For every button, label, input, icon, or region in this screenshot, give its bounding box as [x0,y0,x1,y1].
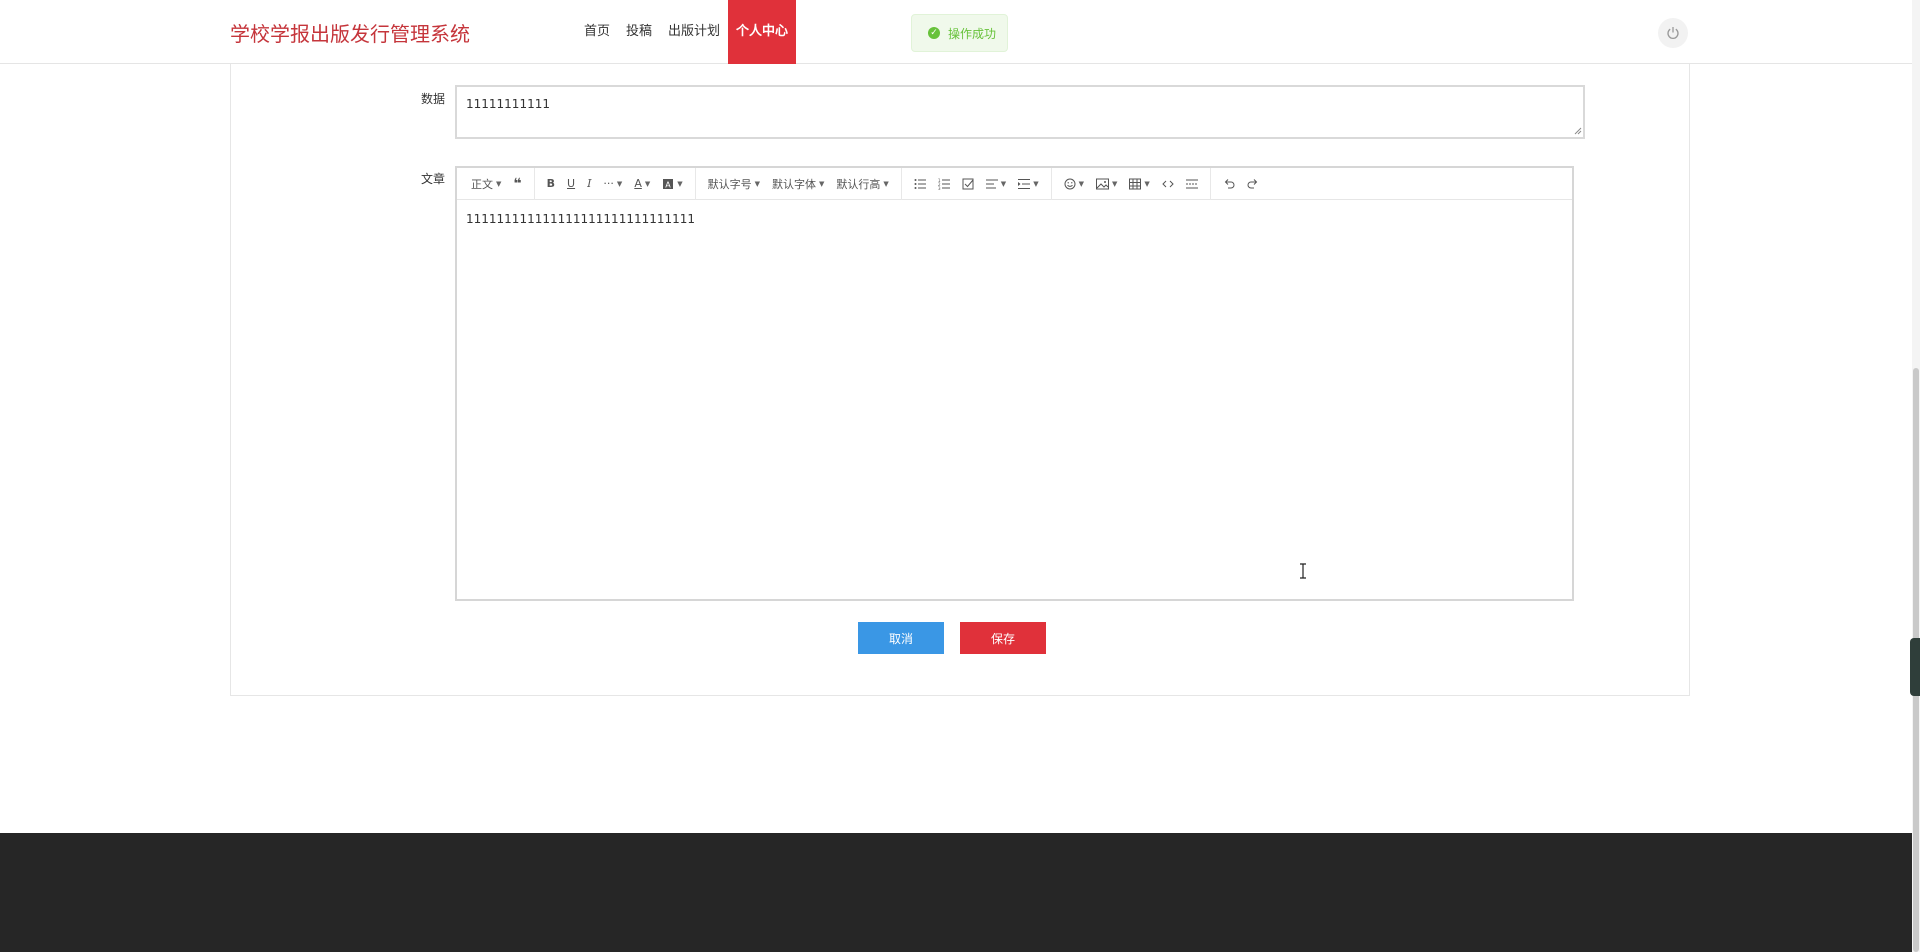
nav-personal-center[interactable]: 个人中心 [728,0,797,64]
site-title[interactable]: 学校学报出版发行管理系统 [230,18,470,47]
caret-down-icon: ▼ [644,179,651,188]
caret-down-icon: ▼ [1111,179,1118,188]
redo-icon [1247,178,1257,188]
align-left-icon [985,179,998,188]
undo-icon [1224,178,1235,188]
italic-button[interactable]: I [581,172,597,196]
bullet-list-icon [914,178,926,189]
logout-button[interactable] [1658,18,1688,48]
article-label: 文章 [421,172,446,186]
toast-message: 操作成功 [948,26,997,41]
top-header: 学校学报出版发行管理系统 首页 投稿 出版计划 个人中心 ✓ 操作成功 [0,0,1920,64]
font-size-select[interactable]: 默认字号 ▼ [702,172,766,196]
font-color-icon: A [634,177,642,190]
data-textarea[interactable]: 11111111111 [455,85,1585,139]
caret-down-icon: ▼ [819,179,825,188]
caret-down-icon: ▼ [1144,179,1150,188]
italic-icon: I [587,177,592,190]
caret-down-icon: ▼ [616,179,623,188]
toolbar-divider [1209,167,1211,200]
text-cursor-icon [1300,563,1306,579]
save-button[interactable]: 保存 [960,622,1046,654]
image-icon [1095,178,1109,189]
caret-down-icon: ▼ [677,179,683,188]
more-styles-button[interactable]: ··· ▼ [597,172,628,196]
todo-button[interactable] [956,172,980,196]
check-circle-icon: ✓ [928,27,940,39]
font-color-button[interactable]: A ▼ [628,172,656,196]
caret-down-icon: ▼ [883,179,889,188]
caret-down-icon: ▼ [496,179,502,188]
side-widget-tab[interactable] [1910,638,1920,696]
toolbar-divider [900,167,902,200]
code-button[interactable] [1156,172,1180,196]
nav-publish-plan[interactable]: 出版计划 [660,0,728,64]
table-button[interactable]: ▼ [1123,172,1155,196]
undo-button[interactable] [1217,172,1241,196]
font-size-label: 默认字号 [707,177,752,191]
align-button[interactable]: ▼ [980,172,1012,196]
bold-icon: B [546,177,555,190]
caret-down-icon: ▼ [1033,179,1039,188]
numbered-list-icon: 123 [938,178,950,190]
quote-button[interactable]: ❝ [507,172,527,196]
caret-down-icon: ▼ [754,179,761,188]
data-label: 数据 [421,92,446,106]
checkbox-icon [962,178,974,189]
quote-icon: ❝ [513,175,522,192]
image-button[interactable]: ▼ [1090,172,1123,196]
highlight-icon: A [663,178,674,189]
code-icon [1162,180,1174,187]
resize-grip-icon[interactable] [1574,127,1582,135]
font-family-select[interactable]: 默认字体 ▼ [766,172,830,196]
main-nav: 首页 投稿 出版计划 个人中心 [576,0,797,64]
toolbar-divider [1050,167,1052,200]
table-icon [1129,178,1142,189]
underline-button[interactable]: U [561,172,581,196]
svg-text:A: A [665,180,671,189]
font-family-label: 默认字体 [772,177,817,191]
bullet-list-button[interactable] [908,172,932,196]
editor-toolbar: 正文▼ ❝ B U I ···▼ A▼ A▼ 默认字号▼ 默认字体▼ [457,167,1572,200]
caret-down-icon: ▼ [1078,179,1084,188]
background-color-button[interactable]: A ▼ [656,172,688,196]
paragraph-label: 正文 [471,177,493,191]
caret-down-icon: ▼ [1000,179,1007,188]
line-height-select[interactable]: 默认行高 ▼ [830,172,894,196]
ellipsis-icon: ··· [603,177,614,190]
cancel-button[interactable]: 取消 [858,622,944,654]
redo-button[interactable] [1241,172,1265,196]
page-footer [0,833,1912,952]
success-toast: ✓ 操作成功 [911,14,1008,52]
paragraph-select[interactable]: 正文 ▼ [465,172,507,196]
rich-text-editor: 正文▼ ❝ B U I ···▼ A▼ A▼ 默认字号▼ 默认字体▼ [455,166,1574,601]
indent-button[interactable]: ▼ [1012,172,1044,196]
power-icon [1667,27,1679,39]
line-height-label: 默认行高 [836,177,881,191]
nav-submit[interactable]: 投稿 [618,0,660,64]
indent-icon [1018,178,1031,189]
nav-home[interactable]: 首页 [576,0,618,64]
divider-button[interactable] [1180,172,1204,196]
svg-text:3: 3 [938,186,941,190]
underline-icon: U [567,177,576,190]
horizontal-rule-icon [1185,179,1198,188]
numbered-list-button[interactable]: 123 [932,172,956,196]
smiley-icon [1064,178,1076,189]
toolbar-divider [694,167,696,200]
emoji-button[interactable]: ▼ [1058,172,1090,196]
toolbar-divider [533,167,535,200]
editor-content[interactable]: 111111111111111111111111111111 [457,200,1572,238]
bold-button[interactable]: B [541,172,561,196]
